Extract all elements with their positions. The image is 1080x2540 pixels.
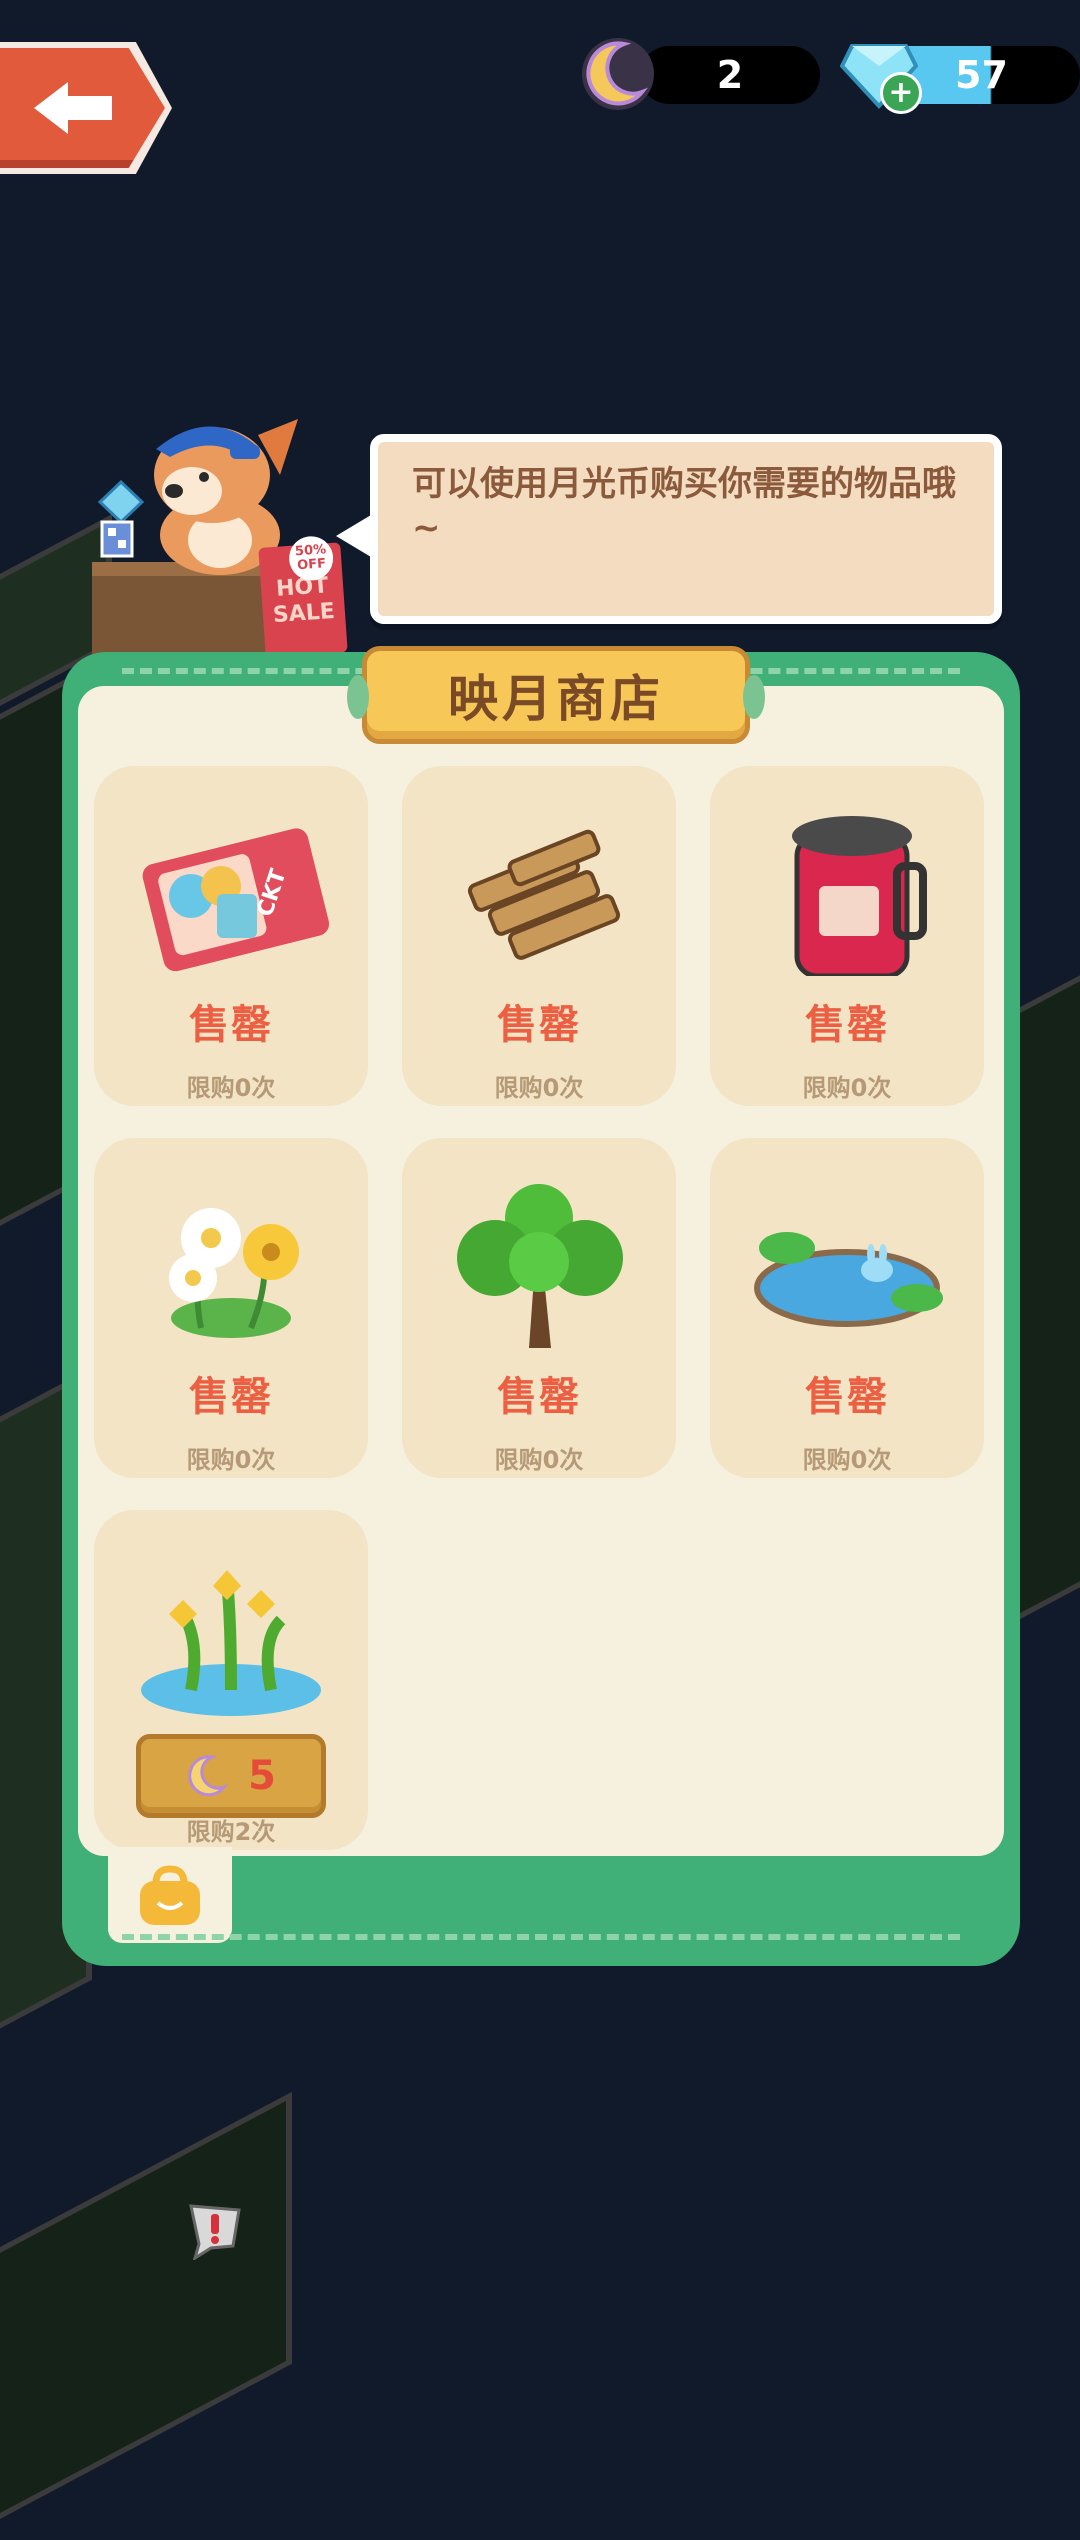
shop-grid-area: CKT 售罄 限购0次 售罄 限购0次 售罄 限购0次 售罄 限购0次 售罄 限… <box>78 646 1004 1856</box>
sale-sign-text: SALE <box>272 598 336 629</box>
panel-dash-bottom <box>122 1934 960 1940</box>
shop-item-daisy[interactable]: 售罄 限购0次 <box>94 1138 368 1478</box>
wood-logs-icon <box>467 829 621 960</box>
pond-icon <box>754 1232 943 1327</box>
speech-bubble: 可以使用月光币购买你需要的物品哦~ <box>370 434 1002 624</box>
bag-icon <box>140 1865 200 1925</box>
shop-item-ticket[interactable]: CKT 售罄 限购0次 <box>94 766 368 1106</box>
shop-panel: CKT 售罄 限购0次 售罄 限购0次 售罄 限购0次 售罄 限购0次 售罄 限… <box>62 646 1020 1966</box>
price-label: 5 <box>248 1753 276 1799</box>
sold-out-label: 售罄 <box>497 1002 581 1048</box>
gem-amount: 57 <box>955 53 1008 97</box>
shop-item-wood[interactable]: 售罄 限购0次 <box>402 766 676 1106</box>
purchase-limit: 限购2次 <box>186 1818 276 1846</box>
purchase-limit: 限购0次 <box>186 1446 276 1474</box>
yellow-lily-pond-icon <box>141 1570 321 1716</box>
purchase-limit: 限购0次 <box>802 1446 892 1474</box>
left-arrow-icon <box>34 82 112 134</box>
hot-sale-sign: 50% OFF HOT SALE <box>258 534 348 658</box>
shop-item-lily-pond[interactable]: 5 限购2次 <box>94 1510 368 1850</box>
moon-coin-counter: 2 <box>640 46 820 104</box>
shop-item-pond[interactable]: 售罄 限购0次 <box>710 1138 984 1478</box>
shop-item-jar[interactable]: 售罄 限购0次 <box>710 766 984 1106</box>
alert-icon[interactable] <box>183 2200 245 2260</box>
purchase-limit: 限购0次 <box>494 1074 584 1102</box>
purchase-limit: 限购0次 <box>802 1074 892 1102</box>
moon-coin-icon <box>582 38 654 110</box>
bg-terrain <box>0 2091 292 2540</box>
flyswatter-icon <box>97 480 145 558</box>
shop-title: 映月商店 <box>347 646 765 744</box>
sold-out-label: 售罄 <box>805 1374 889 1420</box>
tree-icon <box>457 1184 623 1348</box>
bg-terrain <box>1010 947 1080 1625</box>
moon-coin-icon <box>188 1755 229 1797</box>
bag-tab[interactable] <box>108 1847 232 1943</box>
daisy-flowers-icon <box>169 1208 299 1338</box>
shop-counter <box>92 562 277 666</box>
sold-out-label: 售罄 <box>189 1002 273 1048</box>
sold-out-label: 售罄 <box>497 1374 581 1420</box>
moon-coin-amount: 2 <box>716 53 744 97</box>
purchase-limit: 限购0次 <box>494 1446 584 1474</box>
sold-out-label: 售罄 <box>805 1002 889 1048</box>
speech-text: 可以使用月光币购买你需要的物品哦~ <box>412 464 956 548</box>
buy-button[interactable]: 5 <box>136 1734 326 1818</box>
sold-out-label: 售罄 <box>189 1374 273 1420</box>
jam-jar-icon <box>792 816 927 976</box>
shop-item-tree[interactable]: 售罄 限购0次 <box>402 1138 676 1478</box>
gem-add-button[interactable]: + <box>880 72 922 114</box>
purchase-limit: 限购0次 <box>186 1074 276 1102</box>
ticket-icon: CKT <box>142 828 330 972</box>
